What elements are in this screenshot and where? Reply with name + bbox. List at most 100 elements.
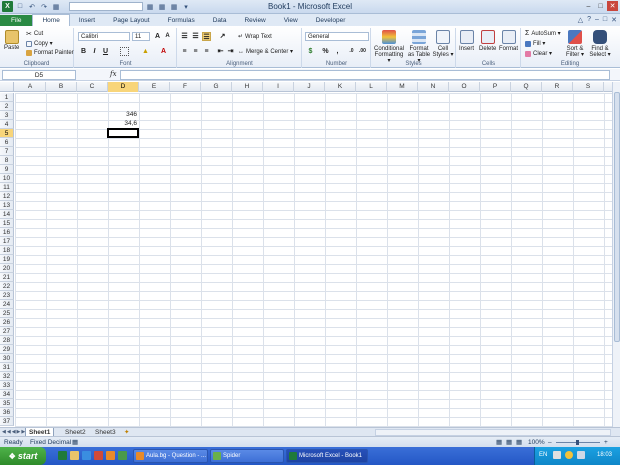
row-header-33[interactable]: 33: [0, 381, 14, 390]
row-header-18[interactable]: 18: [0, 246, 14, 255]
row-header-34[interactable]: 34: [0, 390, 14, 399]
row-header-2[interactable]: 2: [0, 102, 14, 111]
column-header-s[interactable]: S: [573, 82, 604, 92]
decrease-decimal-icon[interactable]: .00: [358, 47, 367, 56]
row-header-24[interactable]: 24: [0, 300, 14, 309]
quicklaunch-ie-icon[interactable]: [82, 451, 91, 460]
quicklaunch-excel-icon[interactable]: [58, 451, 67, 460]
workbook-minimize-icon[interactable]: –: [595, 16, 599, 24]
align-right-icon[interactable]: ≡: [202, 47, 211, 56]
column-header-r[interactable]: R: [542, 82, 573, 92]
row-header-27[interactable]: 27: [0, 327, 14, 336]
worksheet-grid[interactable]: ABCDEFGHIJKLMNOPQRS 1 2 3 4 5 6 7 8 9 10 11 12 13 14 1…: [0, 82, 612, 427]
column-header-d[interactable]: D: [108, 82, 139, 92]
column-header-c[interactable]: C: [77, 82, 108, 92]
tab-developer[interactable]: Developer: [307, 15, 355, 26]
select-all-corner[interactable]: [0, 82, 14, 92]
underline-button[interactable]: U: [101, 47, 110, 56]
quicklaunch-firefox-icon[interactable]: [106, 451, 115, 460]
tab-page-layout[interactable]: Page Layout: [104, 15, 159, 26]
row-header-14[interactable]: 14: [0, 210, 14, 219]
insert-function-icon[interactable]: fx: [110, 70, 117, 78]
row-header-6[interactable]: 6: [0, 138, 14, 147]
percent-button[interactable]: %: [321, 47, 330, 56]
row-header-19[interactable]: 19: [0, 255, 14, 264]
row-header-1[interactable]: 1: [0, 93, 14, 102]
workbook-close-icon[interactable]: ✕: [611, 16, 617, 24]
row-header-21[interactable]: 21: [0, 273, 14, 282]
row-header-15[interactable]: 15: [0, 219, 14, 228]
align-middle-icon[interactable]: ☰: [191, 32, 200, 41]
column-header-i[interactable]: I: [263, 82, 294, 92]
help-icon[interactable]: ?: [587, 16, 591, 24]
row-header-12[interactable]: 12: [0, 192, 14, 201]
tab-formulas[interactable]: Formulas: [159, 15, 204, 26]
quicklaunch-media-icon[interactable]: [94, 451, 103, 460]
task-aula-question[interactable]: Aula.bg - Question - ...: [133, 449, 208, 463]
clock[interactable]: 18:03: [597, 452, 612, 458]
column-header-n[interactable]: N: [418, 82, 449, 92]
tab-view[interactable]: View: [275, 15, 307, 26]
row-header-32[interactable]: 32: [0, 372, 14, 381]
tray-volume-icon[interactable]: [577, 451, 585, 459]
horizontal-scrollbar[interactable]: [375, 429, 611, 436]
tab-data[interactable]: Data: [204, 15, 236, 26]
row-header-23[interactable]: 23: [0, 291, 14, 300]
row-header-35[interactable]: 35: [0, 399, 14, 408]
delete-cells-button[interactable]: Delete: [479, 30, 496, 52]
quicklaunch-app-icon[interactable]: [118, 451, 127, 460]
find-select-button[interactable]: Find & Select ▾: [588, 30, 612, 58]
grow-font-icon[interactable]: A: [153, 32, 162, 41]
page-layout-view-icon[interactable]: ▦: [506, 438, 512, 446]
column-header-j[interactable]: J: [294, 82, 325, 92]
sort-filter-button[interactable]: Sort & Filter ▾: [564, 30, 586, 58]
zoom-out-icon[interactable]: –: [548, 439, 552, 446]
task-spider[interactable]: Spider: [210, 449, 284, 463]
quicklaunch-folder-icon[interactable]: [70, 451, 79, 460]
active-cell-d5[interactable]: [107, 128, 139, 138]
row-header-29[interactable]: 29: [0, 345, 14, 354]
insert-cells-button[interactable]: Insert: [459, 30, 474, 52]
zoom-level[interactable]: 100%: [528, 439, 545, 446]
column-header-e[interactable]: E: [139, 82, 170, 92]
column-header-m[interactable]: M: [387, 82, 418, 92]
column-header-l[interactable]: L: [356, 82, 387, 92]
column-header-o[interactable]: O: [449, 82, 480, 92]
cell-area[interactable]: [15, 93, 612, 427]
fill-button[interactable]: Fill ▾: [525, 40, 545, 47]
format-as-table-button[interactable]: Format as Table ▾: [406, 30, 432, 64]
row-header-36[interactable]: 36: [0, 408, 14, 417]
name-box[interactable]: D5: [2, 70, 76, 80]
tab-home[interactable]: Home: [32, 14, 70, 26]
currency-icon[interactable]: $: [306, 47, 315, 56]
font-size-select[interactable]: 11: [132, 32, 150, 41]
column-header-a[interactable]: A: [15, 82, 46, 92]
tray-security-icon[interactable]: [565, 451, 573, 459]
row-header-17[interactable]: 17: [0, 237, 14, 246]
maximize-icon[interactable]: □: [595, 1, 606, 11]
comma-button[interactable]: ,: [333, 47, 342, 56]
conditional-formatting-button[interactable]: Conditional Formatting ▾: [374, 30, 404, 64]
column-header-h[interactable]: H: [232, 82, 263, 92]
zoom-slider-thumb[interactable]: [576, 440, 579, 445]
workbook-restore-icon[interactable]: □: [603, 16, 607, 24]
clear-button[interactable]: Clear ▾: [525, 50, 552, 57]
row-header-20[interactable]: 20: [0, 264, 14, 273]
zoom-in-icon[interactable]: +: [604, 439, 608, 446]
row-header-5[interactable]: 5: [0, 129, 14, 138]
decrease-indent-icon[interactable]: ⇤: [216, 47, 225, 56]
column-header-b[interactable]: B: [46, 82, 77, 92]
align-bottom-icon[interactable]: ☰: [202, 32, 211, 41]
normal-view-icon[interactable]: ▦: [496, 438, 502, 446]
language-indicator[interactable]: EN: [539, 452, 547, 458]
cell-d4[interactable]: 34,6: [108, 120, 137, 127]
minimize-icon[interactable]: –: [583, 1, 594, 11]
start-button[interactable]: ❖ start: [0, 447, 46, 465]
column-header-q[interactable]: Q: [511, 82, 542, 92]
bold-button[interactable]: B: [79, 47, 88, 56]
number-format-select[interactable]: General: [305, 32, 369, 41]
merge-center-button[interactable]: ↔ Merge & Center ▾: [238, 48, 293, 56]
increase-decimal-icon[interactable]: .0: [347, 47, 356, 56]
page-break-view-icon[interactable]: ▦: [516, 438, 522, 446]
autosum-button[interactable]: Σ AutoSum ▾: [525, 30, 561, 37]
